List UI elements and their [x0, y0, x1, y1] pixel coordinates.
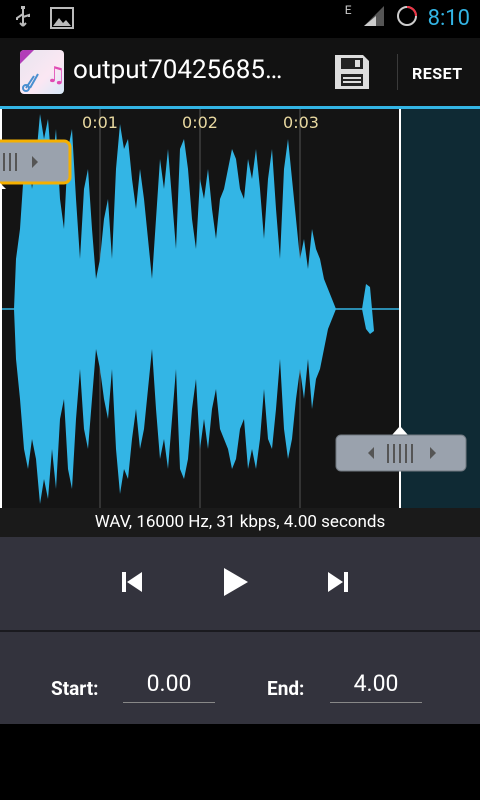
svg-text:♫: ♫ — [46, 63, 64, 88]
start-handle[interactable] — [0, 139, 72, 189]
selection-fields: Start: 0.00 End: 4.00 — [0, 632, 480, 724]
end-label: End: — [267, 677, 305, 700]
save-icon — [333, 55, 371, 95]
skip-previous-icon — [118, 567, 148, 601]
time-tick-label: 0:02 — [182, 113, 218, 132]
start-label: Start: — [51, 677, 99, 700]
end-field-underline — [330, 702, 422, 703]
action-divider — [397, 54, 398, 90]
skip-next-icon — [322, 567, 352, 601]
usb-icon — [14, 6, 32, 34]
play-button[interactable] — [215, 564, 255, 604]
save-button[interactable] — [333, 53, 371, 95]
signal-icon — [362, 4, 386, 32]
time-tick-label: 0:01 — [82, 113, 118, 132]
previous-button[interactable] — [113, 564, 153, 604]
start-field-underline — [123, 702, 215, 703]
audio-info: WAV, 16000 Hz, 31 kbps, 4.00 seconds — [0, 508, 480, 537]
playback-controls — [0, 537, 480, 630]
play-icon — [218, 565, 252, 603]
time-tick-label: 0:03 — [283, 113, 319, 132]
action-bar: ♫ output70425685… RESET — [0, 38, 480, 106]
clock: 8:10 — [427, 5, 470, 31]
app-icon[interactable]: ♫ — [20, 50, 64, 94]
start-field[interactable]: 0.00 — [123, 670, 215, 697]
empty-area — [0, 724, 480, 800]
next-button[interactable] — [317, 564, 357, 604]
picture-icon — [50, 7, 74, 33]
loading-icon — [396, 5, 418, 31]
network-type-label: E — [344, 3, 352, 17]
end-field[interactable]: 4.00 — [330, 670, 422, 697]
page-title: output70425685… — [73, 55, 283, 85]
waveform-view[interactable]: 0:01 0:02 0:03 — [0, 109, 480, 508]
reset-button[interactable]: RESET — [412, 64, 463, 83]
status-bar: E 8:10 — [0, 0, 480, 38]
